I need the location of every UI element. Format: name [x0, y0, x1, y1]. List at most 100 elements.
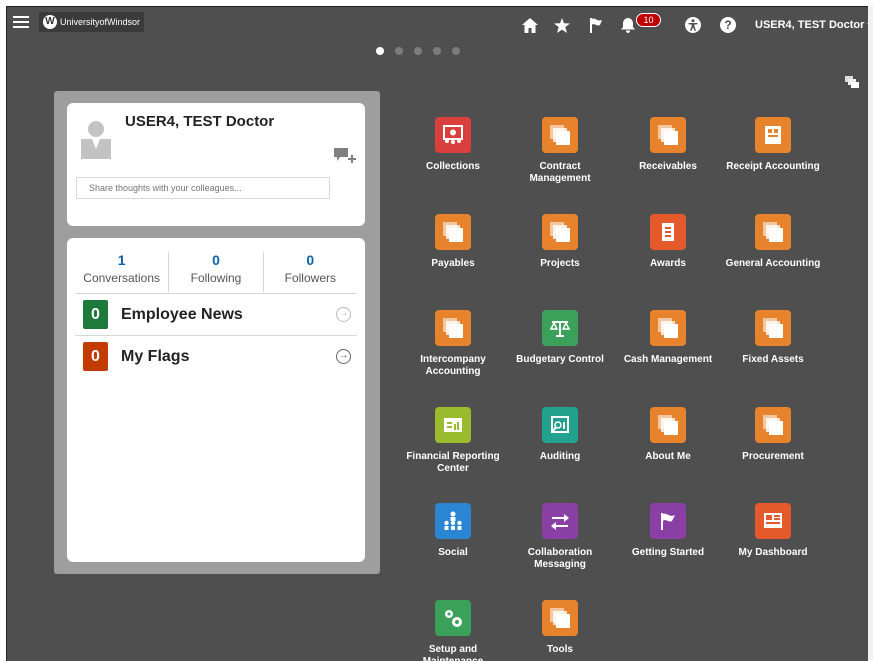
stack-icon	[542, 117, 578, 153]
stat-followers-value: 0	[306, 252, 315, 268]
app-frame: W UniversityofWindsor 10 ? USER4, TEST D…	[6, 6, 868, 661]
employee-news-label: Employee News	[121, 305, 243, 323]
stack-icon	[542, 600, 578, 636]
app-tile-label: Social	[438, 547, 468, 558]
social-panel: USER4, TEST Doctor 1 Conversations 0 Fol…	[54, 91, 380, 574]
stack-icon	[650, 117, 686, 153]
app-tile-label: Projects	[540, 258, 580, 269]
page-dot-2[interactable]	[395, 47, 403, 55]
add-comment-icon[interactable]	[334, 148, 356, 164]
stack-icon	[755, 407, 791, 443]
avatar[interactable]	[81, 119, 111, 159]
app-tile-payables[interactable]: Payables	[403, 214, 503, 270]
stat-following-value: 0	[212, 252, 220, 268]
app-tile-collaboration-messaging[interactable]: Collaboration Messaging	[510, 503, 610, 571]
employee-news-arrow-icon[interactable]: →	[336, 307, 351, 322]
app-tile-label: Fixed Assets	[742, 354, 804, 365]
app-tile-contract-management[interactable]: Contract Management	[510, 117, 610, 185]
user-menu[interactable]: USER4, TEST Doctor	[755, 19, 868, 31]
share-thoughts-input[interactable]	[76, 177, 330, 199]
profile-name[interactable]: USER4, TEST Doctor	[125, 113, 274, 130]
app-tile-general-accounting[interactable]: General Accounting	[723, 214, 823, 270]
app-tile-getting-started[interactable]: Getting Started	[618, 503, 718, 559]
gears-icon	[435, 600, 471, 636]
notification-count-badge[interactable]: 10	[636, 13, 661, 27]
my-flags-arrow-icon[interactable]: →	[336, 349, 351, 364]
magnifier-chart-icon	[542, 407, 578, 443]
employee-news-count-badge: 0	[83, 300, 108, 329]
page-indicator	[376, 47, 460, 55]
app-tile-collections[interactable]: Collections	[403, 117, 503, 173]
app-tile-cash-management[interactable]: Cash Management	[618, 310, 718, 366]
my-flags-label: My Flags	[121, 347, 190, 365]
home-icon[interactable]	[521, 16, 539, 34]
document-icon	[650, 214, 686, 250]
app-tile-awards[interactable]: Awards	[618, 214, 718, 270]
activity-card: 1 Conversations 0 Following 0 Followers …	[67, 238, 365, 562]
app-tile-financial-reporting-center[interactable]: Financial Reporting Center	[403, 407, 503, 475]
app-tile-label: Auditing	[539, 451, 581, 462]
dashboard-icon	[755, 503, 791, 539]
help-icon-glyph: ?	[720, 17, 736, 33]
app-tile-budgetary-control[interactable]: Budgetary Control	[510, 310, 610, 366]
stat-following-label: Following	[190, 271, 242, 285]
app-tile-label: My Dashboard	[738, 547, 808, 558]
app-tile-label: Awards	[650, 258, 686, 269]
app-tile-auditing[interactable]: Auditing	[510, 407, 610, 463]
stack-icon	[755, 310, 791, 346]
my-flags-row[interactable]: 0 My Flags →	[75, 335, 357, 377]
stack-icon	[542, 214, 578, 250]
stat-followers[interactable]: 0 Followers	[264, 252, 357, 292]
app-tile-label: Procurement	[742, 451, 804, 462]
app-tile-label: Financial Reporting Center	[406, 451, 500, 474]
help-icon[interactable]: ?	[719, 16, 737, 34]
exchange-arrows-icon	[542, 503, 578, 539]
app-tile-about-me[interactable]: About Me	[618, 407, 718, 463]
app-tile-my-dashboard[interactable]: My Dashboard	[723, 503, 823, 559]
stat-conversations-label: Conversations	[83, 271, 161, 285]
navigator-menu-icon[interactable]	[13, 16, 29, 30]
app-tile-label: Intercompany Accounting	[420, 354, 486, 377]
global-header: W UniversityofWindsor 10 ? USER4, TEST D…	[7, 7, 868, 43]
stat-conversations[interactable]: 1 Conversations	[75, 252, 170, 292]
watchlist-flag-icon[interactable]	[587, 16, 605, 34]
my-flags-count-badge: 0	[83, 342, 108, 371]
stack-icon	[755, 214, 791, 250]
university-logo[interactable]: W UniversityofWindsor	[39, 12, 145, 32]
profile-card: USER4, TEST Doctor	[67, 103, 365, 226]
stat-following[interactable]: 0 Following	[169, 252, 264, 292]
app-tile-fixed-assets[interactable]: Fixed Assets	[723, 310, 823, 366]
accessibility-icon[interactable]	[684, 16, 702, 34]
page-scrollbar[interactable]	[868, 6, 873, 661]
notifications-bell-icon[interactable]	[619, 16, 637, 34]
app-tile-social[interactable]: Social	[403, 503, 503, 559]
app-tile-tools[interactable]: Tools	[510, 600, 610, 656]
stat-conversations-value: 1	[117, 252, 126, 268]
app-tile-intercompany-accounting[interactable]: Intercompany Accounting	[403, 310, 503, 378]
page-dot-1[interactable]	[376, 47, 384, 55]
logo-badge: W	[43, 15, 57, 29]
app-tile-label: Payables	[431, 258, 475, 269]
app-tile-setup-and-maintenance[interactable]: Setup and Maintenance	[403, 600, 503, 661]
stat-followers-label: Followers	[284, 271, 336, 285]
stack-icon	[435, 214, 471, 250]
flag-icon	[650, 503, 686, 539]
employee-news-row[interactable]: 0 Employee News →	[75, 293, 357, 335]
layout-switcher-icon[interactable]	[845, 75, 859, 88]
favorites-star-icon[interactable]	[553, 16, 571, 34]
page-dot-3[interactable]	[414, 47, 422, 55]
app-tile-projects[interactable]: Projects	[510, 214, 610, 270]
page-dot-4[interactable]	[433, 47, 441, 55]
app-tile-procurement[interactable]: Procurement	[723, 407, 823, 463]
page-dot-5[interactable]	[452, 47, 460, 55]
app-tile-receivables[interactable]: Receivables	[618, 117, 718, 173]
logo-text: UniversityofWindsor	[60, 17, 141, 27]
app-tile-receipt-accounting[interactable]: Receipt Accounting	[723, 117, 823, 173]
app-tile-label: Cash Management	[623, 354, 713, 365]
app-tile-label: Getting Started	[631, 547, 705, 558]
social-stats: 1 Conversations 0 Following 0 Followers	[75, 252, 357, 292]
app-tile-label: Budgetary Control	[516, 354, 604, 365]
people-network-icon	[435, 503, 471, 539]
stack-icon	[650, 407, 686, 443]
user-menu-label: USER4, TEST Doctor	[755, 19, 865, 31]
